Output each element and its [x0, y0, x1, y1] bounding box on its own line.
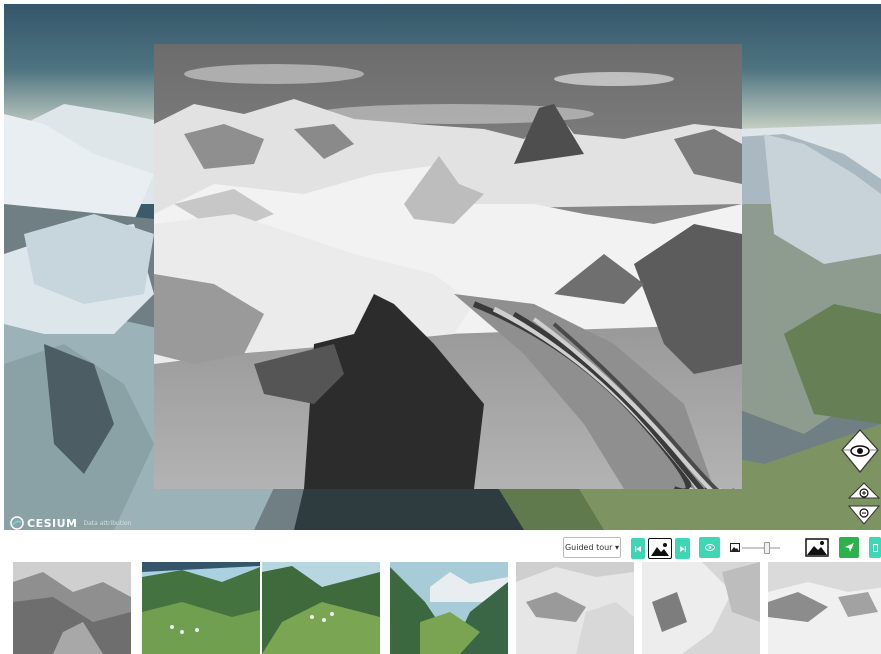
thumbnail-7[interactable] — [768, 562, 881, 654]
image-icon — [651, 542, 669, 556]
locate-photo-button[interactable] — [839, 537, 859, 558]
toolbar: Guided tour ▾ — [0, 536, 881, 560]
thumbnail-5[interactable] — [516, 562, 634, 654]
navigation-arrow-icon — [844, 543, 854, 552]
toggle-overlay-visibility-button[interactable] — [699, 537, 720, 558]
skip-next-icon — [679, 545, 686, 552]
zoom-out-button[interactable] — [848, 504, 880, 526]
opacity-slider[interactable] — [728, 538, 802, 558]
cesium-logo-text: CESIUM — [27, 516, 78, 530]
thumbnail-1[interactable] — [13, 562, 131, 654]
thumbnail-strip — [0, 562, 881, 654]
cesium-logo[interactable]: CESIUM Data attribution — [10, 516, 131, 530]
skip-previous-icon — [635, 545, 641, 552]
eye-icon — [704, 544, 715, 551]
image-large-icon — [805, 538, 829, 557]
opacity-slider-thumb[interactable] — [763, 542, 770, 554]
cesium-logo-icon — [10, 516, 24, 530]
square-icon — [872, 543, 878, 552]
thumbnail-2[interactable] — [142, 562, 260, 654]
more-button[interactable] — [869, 537, 881, 558]
historical-photo-overlay — [154, 44, 742, 489]
next-photo-button[interactable] — [675, 538, 690, 559]
photo-navigation-group — [631, 537, 690, 559]
photo-button[interactable] — [648, 538, 672, 559]
thumbnail-4[interactable] — [390, 562, 508, 654]
opacity-slider-track — [742, 547, 780, 549]
thumbnail-6[interactable] — [642, 562, 760, 654]
zoom-in-button[interactable] — [848, 482, 880, 502]
guided-tour-dropdown[interactable]: Guided tour ▾ — [563, 537, 621, 558]
previous-photo-button[interactable] — [631, 538, 645, 559]
data-attribution-link[interactable]: Data attribution — [83, 520, 131, 527]
look-around-control[interactable] — [840, 428, 880, 476]
thumbnail-3[interactable] — [262, 562, 380, 654]
globe-viewer[interactable]: CESIUM Data attribution — [4, 4, 881, 530]
